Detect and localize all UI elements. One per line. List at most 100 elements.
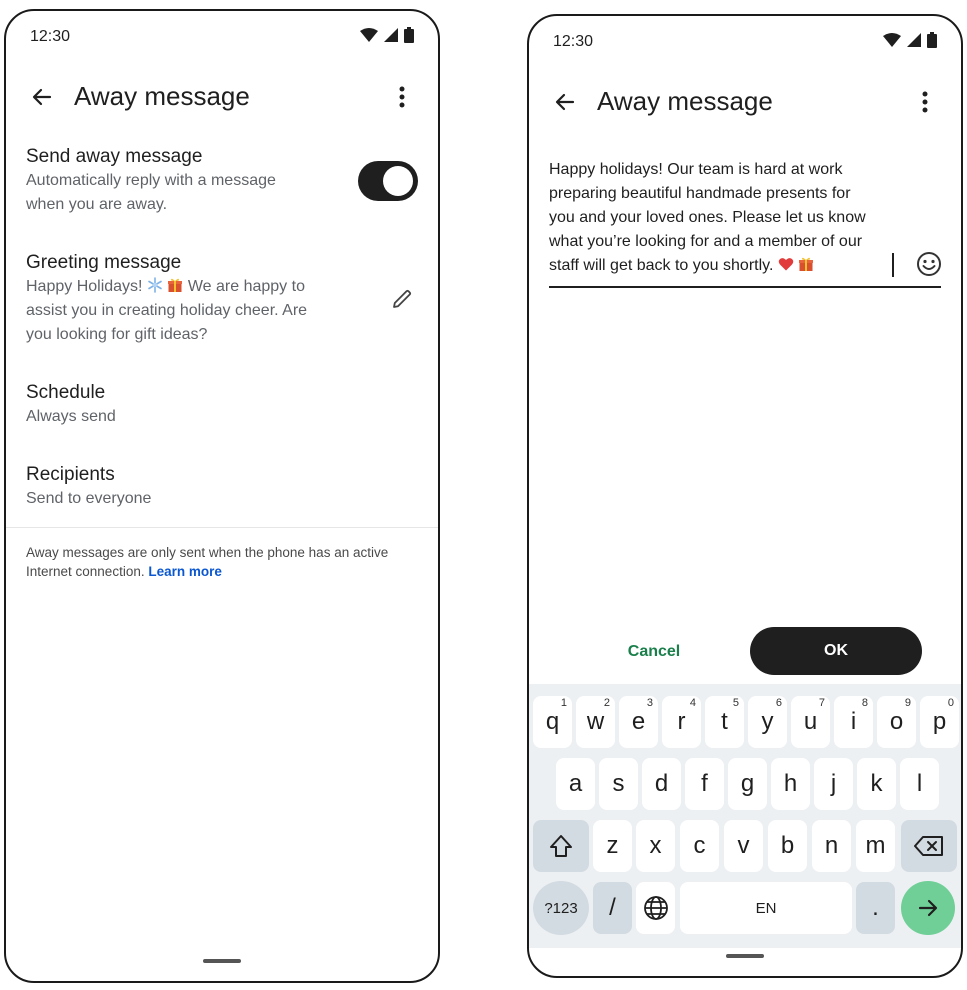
shift-icon bbox=[550, 835, 572, 857]
arrow-back-icon bbox=[555, 93, 575, 111]
key-i[interactable]: 8i bbox=[834, 696, 873, 748]
key-k[interactable]: k bbox=[857, 758, 896, 810]
page-title: Away message bbox=[597, 86, 773, 116]
greeting-text-a: Happy Holidays! bbox=[26, 278, 147, 295]
heart-icon bbox=[778, 258, 794, 271]
key-r[interactable]: 4r bbox=[662, 696, 701, 748]
key-w[interactable]: 2w bbox=[576, 696, 615, 748]
gift-icon bbox=[799, 257, 814, 271]
greeting-line2: assist you in creating holiday cheer. Ar… bbox=[26, 302, 308, 319]
key-o[interactable]: 9o bbox=[877, 696, 916, 748]
schedule-title: Schedule bbox=[26, 382, 106, 403]
greeting-line3: you looking for gift ideas? bbox=[26, 326, 208, 343]
key-f[interactable]: f bbox=[685, 758, 724, 810]
greeting-text-b: We are happy to bbox=[183, 278, 305, 295]
footnote: Away messages are only sent when the pho… bbox=[26, 543, 398, 581]
key-c[interactable]: c bbox=[680, 820, 719, 872]
schedule-value: Always send bbox=[26, 408, 116, 425]
key-d[interactable]: d bbox=[642, 758, 681, 810]
app-bar: Away message bbox=[6, 69, 438, 125]
snowflake-icon bbox=[148, 277, 162, 293]
send-away-toggle[interactable] bbox=[358, 161, 418, 201]
more-options-button[interactable] bbox=[386, 81, 418, 113]
key-b[interactable]: b bbox=[768, 820, 807, 872]
wifi-icon bbox=[360, 28, 378, 42]
greeting-title: Greeting message bbox=[26, 252, 182, 273]
key-l[interactable]: l bbox=[900, 758, 939, 810]
backspace-key[interactable] bbox=[901, 820, 957, 872]
divider bbox=[6, 527, 438, 528]
globe-icon bbox=[643, 896, 668, 920]
message-line: staff will get back to you shortly. bbox=[549, 257, 778, 274]
key-z[interactable]: z bbox=[593, 820, 632, 872]
more-vert-icon bbox=[399, 86, 405, 108]
page-title: Away message bbox=[74, 81, 250, 111]
shift-key[interactable] bbox=[533, 820, 589, 872]
message-line-last: staff will get back to you shortly. bbox=[549, 254, 899, 278]
battery-icon bbox=[927, 32, 937, 48]
edit-greeting-button[interactable] bbox=[386, 283, 418, 315]
send-away-subtitle-line2: when you are away. bbox=[26, 196, 168, 213]
app-bar: Away message bbox=[529, 74, 961, 130]
backspace-icon bbox=[914, 836, 943, 856]
ok-button[interactable]: OK bbox=[750, 627, 922, 675]
recipients-value: Send to everyone bbox=[26, 490, 152, 507]
signal-icon bbox=[907, 33, 921, 47]
text-cursor bbox=[892, 253, 894, 277]
message-line: you and your loved ones. Please let us k… bbox=[549, 209, 866, 226]
battery-icon bbox=[404, 27, 414, 43]
message-line: Happy holidays! Our team is hard at work bbox=[549, 161, 843, 178]
arrow-forward-icon bbox=[918, 899, 938, 917]
status-time: 12:30 bbox=[30, 28, 71, 45]
cancel-button[interactable]: Cancel bbox=[599, 630, 709, 674]
back-button[interactable] bbox=[26, 81, 58, 113]
greeting-line1: Happy Holidays! We are happy to bbox=[26, 275, 348, 299]
message-line: what you’re looking for and a member of … bbox=[549, 233, 863, 250]
key-g[interactable]: g bbox=[728, 758, 767, 810]
period-key[interactable]: . bbox=[856, 882, 895, 934]
enter-key[interactable] bbox=[901, 881, 955, 935]
key-n[interactable]: n bbox=[812, 820, 851, 872]
setting-recipients[interactable]: Recipients Send to everyone bbox=[26, 463, 418, 511]
key-a[interactable]: a bbox=[556, 758, 595, 810]
status-bar: 12:30 bbox=[6, 11, 438, 63]
toggle-knob bbox=[383, 166, 413, 196]
message-line: preparing beautiful handmade presents fo… bbox=[549, 185, 851, 202]
key-y[interactable]: 6y bbox=[748, 696, 787, 748]
language-key[interactable] bbox=[636, 882, 675, 934]
key-p[interactable]: 0p bbox=[920, 696, 959, 748]
gift-icon bbox=[168, 278, 183, 292]
back-button[interactable] bbox=[549, 86, 581, 118]
status-time: 12:30 bbox=[553, 33, 594, 50]
key-x[interactable]: x bbox=[636, 820, 675, 872]
more-options-button[interactable] bbox=[909, 86, 941, 118]
key-u[interactable]: 7u bbox=[791, 696, 830, 748]
slash-key[interactable]: / bbox=[593, 882, 632, 934]
setting-greeting-message[interactable]: Greeting message Happy Holidays! We are … bbox=[26, 251, 348, 347]
home-handle[interactable] bbox=[726, 954, 764, 958]
symbols-key[interactable]: ?123 bbox=[533, 881, 589, 935]
arrow-back-icon bbox=[32, 88, 52, 106]
away-message-input[interactable]: Happy holidays! Our team is hard at work… bbox=[549, 158, 899, 278]
key-m[interactable]: m bbox=[856, 820, 895, 872]
learn-more-link[interactable]: Learn more bbox=[148, 564, 222, 579]
emoji-picker-button[interactable] bbox=[913, 248, 945, 280]
space-key[interactable]: EN bbox=[680, 882, 852, 934]
key-s[interactable]: s bbox=[599, 758, 638, 810]
key-j[interactable]: j bbox=[814, 758, 853, 810]
smiley-icon bbox=[917, 252, 941, 276]
keyboard: 1q 2w 3e 4r 5t 6y 7u 8i 9o 0p a s d f g … bbox=[529, 684, 961, 948]
key-h[interactable]: h bbox=[771, 758, 810, 810]
signal-icon bbox=[384, 28, 398, 42]
more-vert-icon bbox=[922, 91, 928, 113]
setting-schedule[interactable]: Schedule Always send bbox=[26, 381, 418, 429]
recipients-title: Recipients bbox=[26, 464, 115, 485]
key-q[interactable]: 1q bbox=[533, 696, 572, 748]
key-e[interactable]: 3e bbox=[619, 696, 658, 748]
status-bar: 12:30 bbox=[529, 16, 961, 68]
pencil-icon bbox=[393, 289, 412, 308]
key-t[interactable]: 5t bbox=[705, 696, 744, 748]
key-v[interactable]: v bbox=[724, 820, 763, 872]
home-handle[interactable] bbox=[203, 959, 241, 963]
send-away-title: Send away message bbox=[26, 146, 203, 167]
